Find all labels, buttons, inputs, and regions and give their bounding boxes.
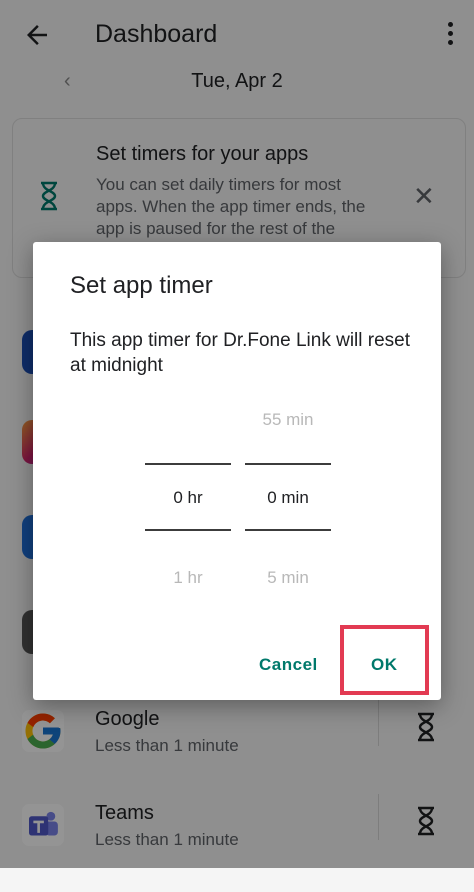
hours-below[interactable]: 1 hr (145, 568, 231, 588)
minutes-selected[interactable]: 0 min (245, 488, 331, 508)
minutes-below[interactable]: 5 min (245, 568, 331, 588)
picker-divider (145, 529, 231, 531)
dialog-title: Set app timer (70, 272, 213, 299)
minutes-above[interactable]: 55 min (245, 410, 331, 430)
dialog-message: This app timer for Dr.Fone Link will res… (70, 330, 411, 376)
picker-divider (245, 463, 331, 465)
hours-selected[interactable]: 0 hr (145, 488, 231, 508)
ok-button-highlight (340, 625, 429, 695)
picker-divider (145, 463, 231, 465)
cancel-button[interactable]: Cancel (259, 655, 318, 675)
picker-divider (245, 529, 331, 531)
